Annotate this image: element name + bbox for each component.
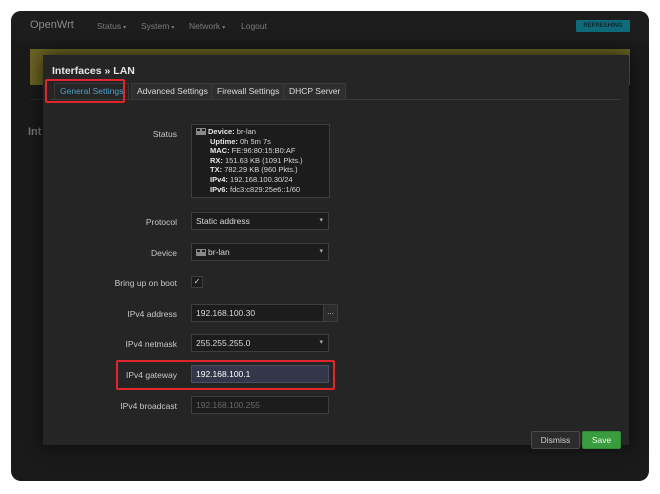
- tab-underline: [50, 99, 621, 100]
- nav-status[interactable]: Status ▾: [97, 21, 126, 31]
- device-select-value: br-lan: [208, 247, 230, 257]
- mac-key: MAC:: [210, 146, 230, 156]
- chevron-down-icon: ▾: [319, 217, 323, 224]
- interface-modal: Interfaces » LAN General Settings Advanc…: [43, 55, 629, 449]
- ipv4-key: IPv4:: [210, 174, 228, 184]
- rx-key: RX:: [210, 155, 223, 165]
- chevron-down-icon: ▾: [319, 339, 323, 346]
- network-port-icon: [196, 249, 206, 256]
- ipv4-gateway-label: IPv4 gateway: [125, 370, 177, 380]
- chevron-down-icon: ▾: [319, 248, 323, 255]
- tx-value: 782.29 KB (960 Pkts.): [224, 165, 298, 175]
- ipv4-netmask-value: 255.255.255.0: [196, 338, 251, 348]
- device-key: Device:: [208, 127, 235, 136]
- network-port-icon: [196, 128, 206, 135]
- highlight-general-tab: [45, 79, 125, 103]
- tab-dhcp-server[interactable]: DHCP Server: [283, 83, 347, 99]
- device-label: Device: [151, 248, 177, 258]
- chevron-down-icon: ▾: [123, 25, 127, 31]
- ipv4-netmask-select[interactable]: 255.255.255.0 ▾: [191, 334, 329, 352]
- status-panel: Device: br-lan Uptime: 0h 5m 7s MAC: FE:…: [191, 124, 330, 198]
- uptime-value: 0h 5m 7s: [240, 136, 271, 146]
- checkmark-icon: ✓: [193, 277, 201, 286]
- tab-firewall-settings[interactable]: Firewall Settings: [211, 83, 286, 99]
- boot-checkbox[interactable]: ✓: [191, 276, 203, 288]
- refresh-badge[interactable]: REFRESHING: [576, 20, 630, 32]
- chevron-down-icon: ▾: [171, 25, 175, 31]
- background-heading: Int: [28, 126, 42, 138]
- nav-logout[interactable]: Logout: [241, 21, 267, 31]
- status-label: Status: [152, 129, 177, 139]
- nav-network[interactable]: Network ▾: [189, 21, 225, 31]
- device-select[interactable]: br-lan ▾: [191, 243, 329, 261]
- device-value: br-lan: [236, 127, 256, 136]
- mac-value: FE:96:80:15:B0:AF: [231, 146, 296, 156]
- top-navbar: OpenWrt Status ▾ System ▾ Network ▾ Logout …: [11, 11, 649, 41]
- tab-advanced-settings[interactable]: Advanced Settings: [131, 83, 214, 99]
- modal-title: Interfaces » LAN: [52, 65, 135, 77]
- ipv4-address-input[interactable]: 192.168.100.30: [191, 304, 329, 322]
- ipv4-broadcast-input[interactable]: 192.168.100.255: [191, 396, 329, 414]
- dismiss-button[interactable]: Dismiss: [531, 431, 580, 449]
- boot-label: Bring up on boot: [114, 278, 177, 288]
- browser-window: OpenWrt Status ▾ System ▾ Network ▾ Logout …: [11, 11, 649, 481]
- save-button[interactable]: Save: [582, 431, 621, 449]
- nav-system[interactable]: System ▾: [141, 21, 174, 31]
- ipv4-gateway-input[interactable]: 192.168.100.1: [191, 365, 329, 383]
- ipv4-address-more-button[interactable]: ...: [323, 304, 338, 322]
- tx-key: TX:: [210, 165, 223, 175]
- protocol-label: Protocol: [145, 217, 177, 227]
- protocol-select[interactable]: Static address ▾: [191, 212, 329, 230]
- ipv6-key: IPv6:: [210, 184, 228, 194]
- ipv4-broadcast-label: IPv4 broadcast: [120, 401, 177, 411]
- protocol-value: Static address: [196, 216, 250, 226]
- chevron-down-icon: ▾: [222, 25, 226, 31]
- ipv4-address-label: IPv4 address: [127, 309, 177, 319]
- uptime-key: Uptime:: [210, 136, 238, 146]
- ipv4-value: 192.168.100.30/24: [230, 174, 293, 184]
- brand-logo[interactable]: OpenWrt: [30, 19, 74, 31]
- ipv4-netmask-label: IPv4 netmask: [125, 339, 178, 349]
- rx-value: 151.63 KB (1091 Pkts.): [225, 155, 303, 165]
- ipv6-value: fdc3:c829:25e6::1/60: [230, 184, 301, 194]
